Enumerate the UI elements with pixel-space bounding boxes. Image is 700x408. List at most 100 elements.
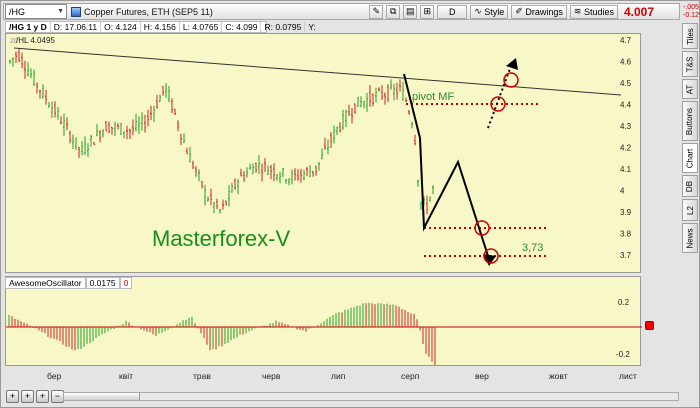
trend-line[interactable] [13, 47, 622, 96]
y-tick-label: 4.5 [620, 79, 632, 88]
ohlc-y: Y: [308, 22, 316, 32]
study-label: /HL 4.0495 [16, 36, 55, 45]
tab-chart-label: Chart [685, 148, 695, 168]
ohlc-bar: /HG 1 y D D: 17.06.11 O: 4.124 H: 4.156 … [5, 21, 316, 33]
y-tick-label: 3.7 [620, 251, 632, 260]
studies-icon: ≋ [573, 6, 582, 16]
price-change: -.005 -0.12% [683, 4, 700, 20]
print-icon[interactable]: ▤ [403, 4, 418, 19]
zoom-out-label: − [54, 391, 61, 401]
y-tick-label: 4.6 [620, 58, 632, 67]
pencil-icon: ✐ [515, 6, 523, 16]
zoom-in-label: + [24, 391, 31, 401]
timeframe-button[interactable]: D [437, 4, 468, 19]
zoom-label: + [39, 391, 46, 401]
style-button[interactable]: ∿ Style [470, 4, 509, 19]
symbol-description: Copper Futures, ETH (SEP5 11) [71, 6, 213, 17]
futures-icon [71, 6, 81, 17]
horizontal-scrollbar[interactable] [63, 392, 679, 401]
price-chart-svg: 4.74.64.54.44.34.24.143.93.83.7 20 /HL 4… [9, 36, 632, 266]
arrow-up-icon [506, 58, 518, 70]
price-chart[interactable]: 4.7 4.6 4.5 4.4 4.3 4.2 4.1 4 3.9 3.8 3.7 20 /HL 4… [5, 33, 641, 273]
crosshair-label: + [9, 391, 16, 401]
tab-at-label: AT [685, 84, 695, 94]
brand-watermark: Masterforex-V [152, 226, 290, 251]
tab-chart[interactable]: Chart [682, 143, 698, 173]
tab-buttons[interactable]: Buttons [682, 101, 698, 141]
x-tick-label: вер [475, 371, 489, 381]
y-tick-label: 4.3 [620, 122, 632, 131]
y-tick-label: 3.9 [620, 208, 632, 217]
oscillator-value-marker [645, 321, 654, 330]
ohlc-date: D: 17.06.11 [51, 22, 102, 32]
y-tick-label: 4 [620, 187, 625, 196]
tab-l2-label: L2 [685, 205, 695, 215]
oscillator-value: 0.0175 [85, 277, 120, 289]
tab-db-label: DB [685, 180, 695, 192]
tab-time-and-sales[interactable]: T&S [682, 51, 698, 77]
oscillator-zero: 0 [119, 277, 133, 289]
scrollbar-thumb[interactable] [64, 393, 140, 400]
y-tick-label: 4.7 [620, 36, 632, 45]
x-tick-label: серп [401, 371, 420, 381]
tab-buttons-label: Buttons [685, 107, 695, 135]
x-tick-label: лист [619, 371, 637, 381]
y-tick-label: 4.2 [620, 144, 632, 153]
drawings-button[interactable]: ✐ Drawings [511, 4, 567, 19]
y-tick-label: 3.8 [620, 230, 632, 239]
pivot-label: pivot MF [412, 91, 454, 103]
osc-tick-bottom: -0.2 [616, 350, 630, 359]
chart-window: /HG ▼ Copper Futures, ETH (SEP5 11) ✎ ⧉ … [0, 0, 700, 408]
link-icon[interactable]: ⧉ [386, 4, 401, 19]
oscillator-name[interactable]: AwesomeOscillator [5, 277, 86, 289]
x-tick-label: черв [262, 371, 281, 381]
symbol-value: /HG [9, 6, 26, 17]
ohlc-timeframe[interactable]: /HG 1 y D [6, 22, 51, 32]
tab-db[interactable]: DB [682, 175, 698, 197]
ohlc-low: L: 4.0765 [180, 22, 223, 32]
target-label: 3,73 [522, 242, 543, 254]
tab-at[interactable]: AT [682, 79, 698, 99]
tab-tiles-label: Tiles [685, 27, 695, 45]
symbol-input[interactable]: /HG ▼ [5, 4, 67, 19]
x-tick-label: жовт [549, 371, 568, 381]
style-label: Style [484, 6, 505, 17]
last-price: 4.007 [623, 4, 654, 19]
oscillator-legend: AwesomeOscillator 0.0175 0 [5, 277, 133, 289]
zoom-icon[interactable]: + [36, 390, 49, 403]
studies-button[interactable]: ≋ Studies [569, 4, 618, 19]
ohlc-close: C: 4.099 [222, 22, 262, 32]
grid-icon[interactable]: ⊞ [420, 4, 435, 19]
change-value: -.005 [683, 4, 699, 11]
crosshair-icon[interactable]: + [6, 390, 19, 403]
tab-tiles[interactable]: Tiles [682, 23, 698, 49]
x-tick-label: лип [331, 371, 346, 381]
ohlc-open: O: 4.124 [101, 22, 141, 32]
osc-tick-top: 0.2 [618, 298, 630, 307]
ohlc-range: R: 0.0795 [261, 22, 306, 32]
drawings-label: Drawings [525, 6, 563, 17]
tab-l2[interactable]: L2 [682, 199, 698, 221]
x-tick-label: квіт [119, 371, 133, 381]
zoom-in-icon[interactable]: + [21, 390, 34, 403]
time-axis[interactable]: бер квіт трав черв лип серп вер жовт лист [5, 367, 641, 385]
description-text: Copper Futures, ETH (SEP5 11) [84, 6, 213, 17]
tab-news-label: News [685, 227, 695, 249]
circle-marker-support [474, 220, 490, 236]
chevron-down-icon[interactable]: ▼ [57, 8, 64, 15]
tools-icon[interactable]: ✎ [369, 4, 384, 19]
y-tick-label: 4.1 [620, 165, 632, 174]
oscillator-svg: 0.2 -0.2 [6, 298, 642, 365]
x-tick-label: бер [47, 371, 62, 381]
y-tick-label: 4.4 [620, 101, 632, 110]
oscillator-panel[interactable]: 0.2 -0.2 [5, 276, 642, 366]
x-tick-label: трав [193, 371, 211, 381]
tab-news[interactable]: News [682, 223, 698, 253]
toolbar: /HG ▼ Copper Futures, ETH (SEP5 11) ✎ ⧉ … [3, 3, 680, 20]
right-sidebar: Tiles T&S AT Buttons Chart DB L2 News [681, 19, 699, 269]
ohlc-high: H: 4.156 [141, 22, 180, 32]
timeframe-label: D [448, 6, 456, 17]
tab-ts-label: T&S [685, 56, 695, 72]
studies-label: Studies [583, 6, 614, 17]
chart-icon: ∿ [474, 6, 482, 16]
